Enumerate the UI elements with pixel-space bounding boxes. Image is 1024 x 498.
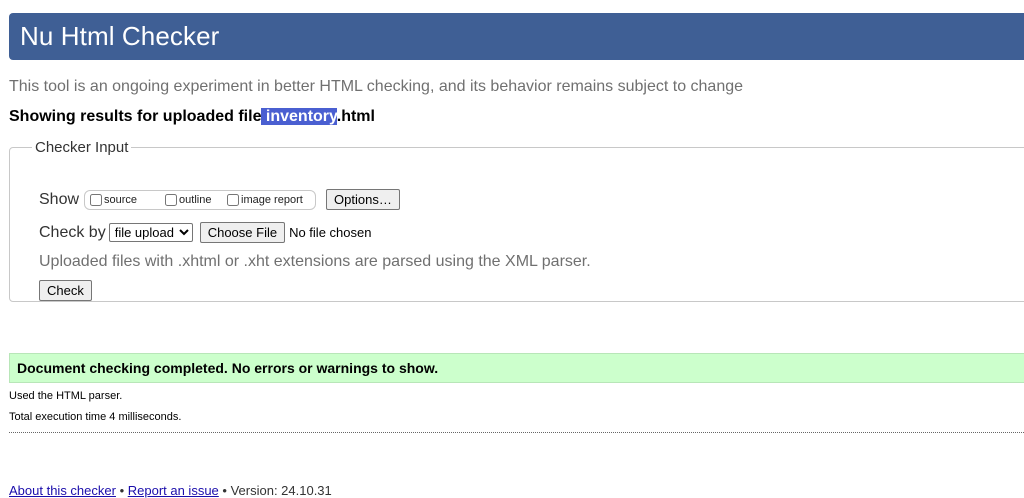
check-by-select[interactable]: file upload	[108, 223, 193, 242]
results-extension: .html	[336, 108, 375, 125]
results-filename: inventory	[261, 108, 337, 125]
no-file-text: No file chosen	[289, 225, 372, 240]
success-message: Document checking completed. No errors o…	[17, 360, 439, 376]
results-prefix: Showing results for uploaded file	[9, 108, 262, 125]
execution-time: Total execution time 4 milliseconds.	[9, 411, 182, 423]
choose-file-button[interactable]: Choose File	[199, 222, 286, 243]
show-label: Show	[39, 190, 80, 208]
checker-input-legend: Checker Input	[35, 139, 129, 156]
page-title: Nu Html Checker	[20, 21, 220, 51]
outline-label: outline	[179, 193, 212, 206]
show-option-source[interactable]: source	[87, 193, 162, 206]
page-header: Nu Html Checker	[9, 13, 1024, 60]
check-by-label: Check by	[39, 223, 106, 241]
tool-subtitle: This tool is an ongoing experiment in be…	[9, 78, 744, 95]
checker-input-fieldset: Checker Input Show source outline image …	[9, 139, 1024, 302]
image-report-checkbox[interactable]	[227, 193, 240, 206]
success-message-box: Document checking completed. No errors o…	[9, 353, 1024, 383]
options-button[interactable]: Options…	[326, 189, 400, 210]
show-option-outline[interactable]: outline	[162, 193, 224, 206]
show-options-group: source outline image report	[84, 189, 317, 210]
show-row: Show source outline image report Options…	[39, 189, 400, 210]
check-button[interactable]: Check	[39, 280, 92, 301]
source-checkbox[interactable]	[90, 193, 103, 206]
check-by-row: Check by file upload Choose File No file…	[39, 222, 371, 243]
source-label: source	[104, 193, 138, 206]
parser-info: Used the HTML parser.	[9, 390, 123, 402]
dotted-divider	[9, 432, 1024, 433]
results-heading: Showing results for uploaded file invent…	[9, 108, 375, 126]
show-option-image-report[interactable]: image report	[224, 193, 303, 206]
outline-checkbox[interactable]	[165, 193, 178, 206]
image-report-label: image report	[241, 193, 303, 206]
xml-parser-note: Uploaded files with .xhtml or .xht exten…	[39, 253, 591, 270]
